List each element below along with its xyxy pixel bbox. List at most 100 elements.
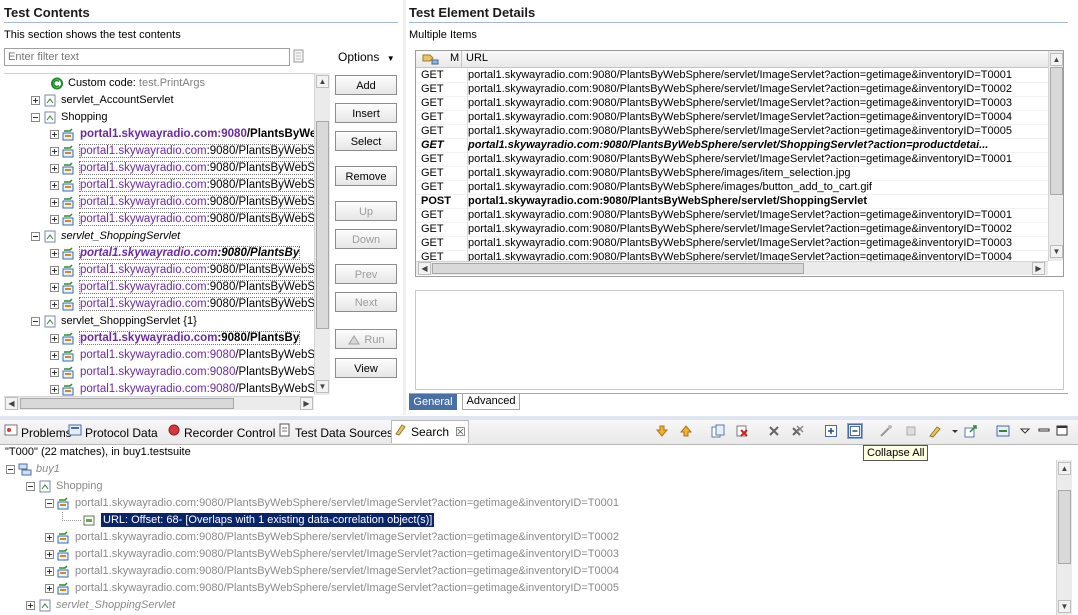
collapse-minus-icon[interactable] — [31, 112, 40, 122]
tree-row[interactable]: portal1.skywayradio.com:9080/PlantsByWe — [50, 126, 314, 143]
test-contents-tree[interactable]: Custom code: test.PrintArgs servlet_Accou… — [4, 73, 314, 396]
edit-icon[interactable] — [928, 424, 942, 438]
tree-row[interactable]: servlet_ShoppingServlet — [31, 228, 180, 245]
collapse-minus-icon[interactable] — [31, 231, 40, 241]
collapse-all-icon[interactable] — [847, 423, 863, 439]
expand-plus-icon[interactable] — [26, 600, 35, 610]
up-button[interactable]: Up — [335, 201, 397, 221]
expand-plus-icon[interactable] — [50, 146, 59, 156]
tree-row[interactable]: portal1.skywayradio.com:9080/PlantsByWeb… — [50, 143, 314, 160]
search-result-row[interactable]: portal1.skywayradio.com:9080/PlantsByWeb… — [45, 495, 619, 512]
table-row[interactable]: GET portal1.skywayradio.com:9080/PlantsBy… — [416, 152, 1048, 167]
details-editor-area[interactable] — [415, 290, 1064, 390]
export-icon[interactable] — [964, 424, 978, 438]
table-scroll-left-icon[interactable]: ◀ — [418, 262, 431, 275]
search-result-row[interactable]: servlet_ShoppingServlet — [26, 597, 175, 614]
pin-view-icon[interactable] — [996, 424, 1010, 438]
search-vertical-scrollbar[interactable]: ▲ ▼ — [1056, 460, 1072, 615]
dropdown-chevron-icon[interactable] — [950, 424, 964, 438]
tree-row[interactable]: portal1.skywayradio.com:9080/PlantsByWeb… — [50, 194, 314, 211]
table-scroll-right-icon[interactable]: ▶ — [1032, 262, 1045, 275]
scroll-down-arrow-icon[interactable]: ▼ — [316, 380, 329, 393]
clear-filter-icon[interactable] — [292, 49, 306, 63]
options-menu[interactable]: Options ▼ — [338, 50, 395, 64]
expand-all-icon[interactable] — [824, 424, 838, 438]
collapse-minus-icon[interactable] — [6, 464, 15, 474]
next-button[interactable]: Next — [335, 292, 397, 312]
collapse-minus-icon[interactable] — [26, 481, 35, 491]
expand-plus-icon[interactable] — [50, 333, 59, 343]
remove-selected-matches-icon[interactable] — [767, 424, 781, 438]
table-vertical-scrollbar[interactable]: ▲ ▼ — [1048, 51, 1063, 261]
table-scroll-up-icon[interactable]: ▲ — [1050, 53, 1063, 66]
search-results-tree[interactable]: buy1 Shopping portal1.skywayradio.com:9080… — [4, 460, 1054, 615]
tab-recorder-control[interactable]: Recorder Control — [165, 422, 275, 442]
table-row[interactable]: GET portal1.skywayradio.com:9080/PlantsBy… — [416, 208, 1048, 223]
column-url-header[interactable]: URL — [466, 52, 488, 64]
tree-row[interactable]: portal1.skywayradio.com:9080/PlantsByWeb… — [50, 262, 314, 279]
expand-plus-icon[interactable] — [50, 282, 59, 292]
expand-plus-icon[interactable] — [50, 214, 59, 224]
search-result-row[interactable]: buy1 — [6, 461, 60, 478]
tree-row[interactable]: portal1.skywayradio.com:9080/PlantsByWeb… — [50, 177, 314, 194]
maximize-view-icon[interactable] — [1056, 424, 1070, 438]
tree-row[interactable]: Custom code: test.PrintArgs — [50, 75, 205, 92]
search-scroll-thumb[interactable] — [1058, 490, 1071, 564]
run-button[interactable]: Run — [335, 329, 397, 349]
search-scroll-down-icon[interactable]: ▼ — [1058, 600, 1071, 613]
tree-row[interactable]: portal1.skywayradio.com:9080/PlantsByWeb… — [50, 296, 314, 313]
tree-row[interactable]: portal1.skywayradio.com:9080/PlantsBy — [50, 330, 301, 347]
tree-row[interactable]: portal1.skywayradio.com:9080/PlantsByWeb… — [50, 381, 314, 396]
url-table[interactable]: M URL GET portal1.skywayradio.com:9080/Pl… — [415, 50, 1064, 277]
table-scroll-down-icon[interactable]: ▼ — [1050, 245, 1063, 258]
prev-button[interactable]: Prev — [335, 264, 397, 284]
expand-plus-icon[interactable] — [50, 197, 59, 207]
insert-button[interactable]: Insert — [335, 103, 397, 123]
table-row[interactable]: GET portal1.skywayradio.com:9080/PlantsBy… — [416, 110, 1048, 125]
expand-plus-icon[interactable] — [45, 549, 54, 559]
expand-plus-icon[interactable] — [50, 180, 59, 190]
scroll-up-arrow-icon[interactable]: ▲ — [316, 75, 329, 88]
tab-general[interactable]: General — [409, 394, 457, 410]
next-match-icon[interactable] — [655, 424, 669, 438]
table-row[interactable]: GET portal1.skywayradio.com:9080/PlantsBy… — [416, 96, 1048, 111]
table-horizontal-scrollbar[interactable]: ◀ ▶ — [416, 261, 1048, 275]
search-result-row[interactable]: URL: Offset: 68- [Overlaps with 1 existi… — [62, 512, 436, 529]
tab-advanced[interactable]: Advanced — [462, 394, 520, 410]
expand-plus-icon[interactable] — [31, 95, 40, 105]
vertical-splitter[interactable] — [403, 0, 406, 415]
table-row[interactable]: GET portal1.skywayradio.com:9080/PlantsBy… — [416, 82, 1048, 97]
search-scroll-up-icon[interactable]: ▲ — [1058, 462, 1071, 475]
expand-plus-icon[interactable] — [45, 583, 54, 593]
table-row[interactable]: GET portal1.skywayradio.com:9080/PlantsBy… — [416, 124, 1048, 139]
tab-protocol-data[interactable]: Protocol Data — [66, 422, 162, 442]
expand-plus-icon[interactable] — [50, 384, 59, 394]
scroll-right-arrow-icon[interactable]: ▶ — [300, 397, 313, 410]
table-row[interactable]: GET portal1.skywayradio.com:9080/PlantsBy… — [416, 222, 1048, 237]
column-icon-header[interactable] — [420, 52, 446, 66]
remove-all-matches-icon[interactable] — [791, 424, 805, 438]
view-menu-icon[interactable] — [1019, 424, 1033, 438]
scroll-h-thumb[interactable] — [20, 398, 234, 409]
expand-plus-icon[interactable] — [50, 367, 59, 377]
tree-row[interactable]: portal1.skywayradio.com:9080/PlantsByWeb… — [50, 279, 314, 296]
scroll-left-arrow-icon[interactable]: ◀ — [5, 397, 18, 410]
search-result-row[interactable]: portal1.skywayradio.com:9080/PlantsByWeb… — [45, 529, 619, 546]
down-button[interactable]: Down — [335, 229, 397, 249]
tree-row[interactable]: servlet_AccountServlet — [31, 92, 174, 109]
expand-plus-icon[interactable] — [50, 248, 59, 258]
table-row[interactable]: GET portal1.skywayradio.com:9080/PlantsBy… — [416, 250, 1048, 261]
expand-plus-icon[interactable] — [50, 350, 59, 360]
tab-problems[interactable]: Problems — [2, 422, 72, 442]
close-icon[interactable]: ☒ — [455, 425, 466, 439]
expand-plus-icon[interactable] — [45, 532, 54, 542]
tree-row[interactable]: portal1.skywayradio.com:9080/PlantsByWeb… — [50, 347, 314, 364]
remove-button[interactable]: Remove — [335, 166, 397, 186]
expand-plus-icon[interactable] — [50, 299, 59, 309]
expand-plus-icon[interactable] — [45, 566, 54, 576]
search-result-row[interactable]: portal1.skywayradio.com:9080/PlantsByWeb… — [45, 580, 619, 597]
expand-plus-icon[interactable] — [50, 163, 59, 173]
search-result-row[interactable]: portal1.skywayradio.com:9080/PlantsByWeb… — [45, 563, 619, 580]
tree-row[interactable]: portal1.skywayradio.com:9080/PlantsByWeb… — [50, 211, 314, 228]
table-scroll-thumb[interactable] — [1050, 67, 1063, 195]
